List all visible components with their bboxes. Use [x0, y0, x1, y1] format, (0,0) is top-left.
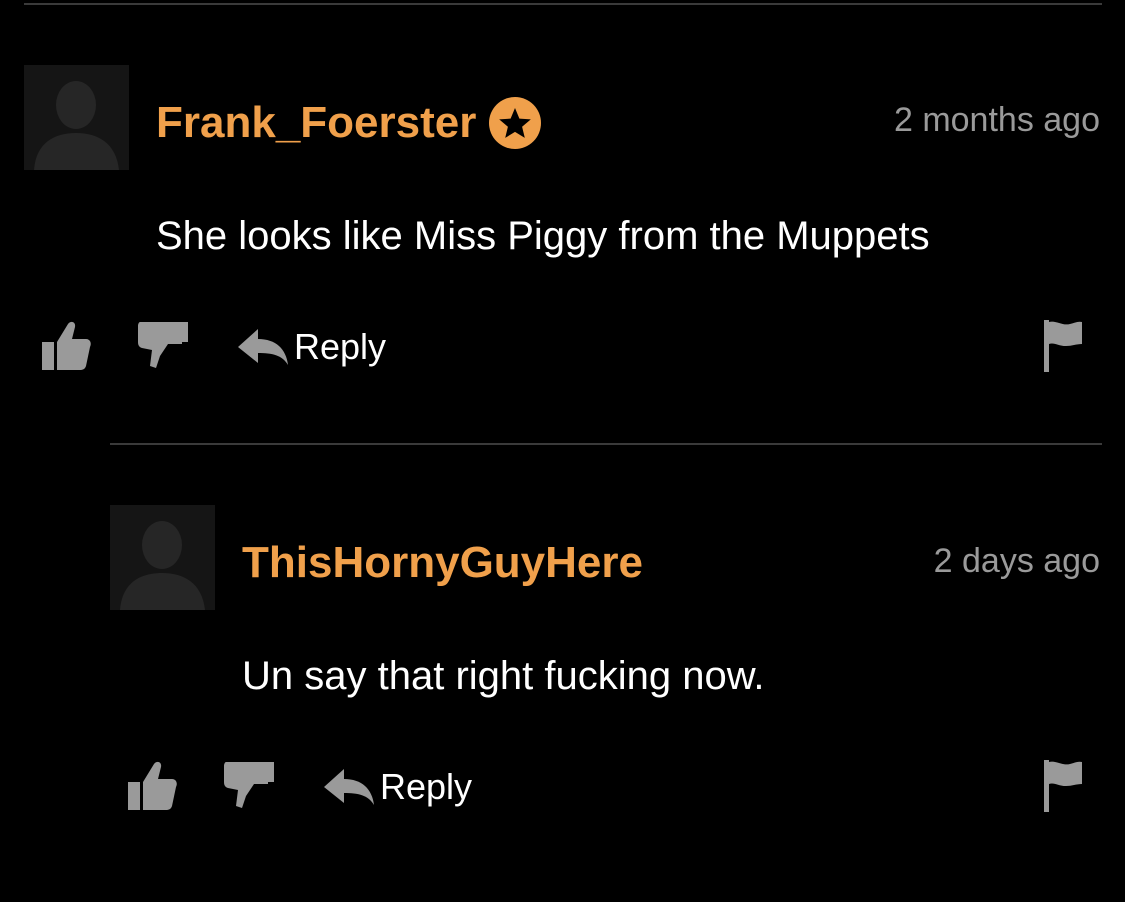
- upvote-button[interactable]: [126, 758, 178, 817]
- reply-button[interactable]: Reply: [236, 326, 386, 368]
- comment-1: Frank_Foerster 2 months ago She looks li…: [0, 0, 1125, 440]
- avatar[interactable]: [24, 65, 129, 170]
- timestamp: 2 days ago: [933, 542, 1100, 580]
- reply-arrow-icon: [324, 769, 374, 805]
- reply-divider: [110, 443, 1102, 445]
- star-badge-icon: [488, 96, 542, 150]
- comment-text: She looks like Miss Piggy from the Muppe…: [156, 214, 930, 258]
- flag-icon: [1044, 760, 1082, 812]
- comment-text: Un say that right fucking now.: [242, 654, 765, 698]
- reply-label[interactable]: Reply: [380, 766, 472, 808]
- reply-button[interactable]: Reply: [322, 766, 472, 808]
- thumbs-down-icon: [224, 762, 274, 808]
- thumbs-up-icon: [128, 761, 177, 810]
- flag-button[interactable]: [1042, 758, 1084, 819]
- upvote-button[interactable]: [40, 318, 92, 377]
- thumbs-down-icon: [138, 322, 188, 368]
- username-text[interactable]: Frank_Foerster: [156, 98, 476, 148]
- flag-button[interactable]: [1042, 318, 1084, 379]
- flag-icon: [1044, 320, 1082, 372]
- comment-2: ThisHornyGuyHere 2 days ago Un say that …: [0, 446, 1125, 902]
- thumbs-up-icon: [42, 321, 91, 370]
- downvote-button[interactable]: [222, 760, 276, 815]
- reply-arrow-icon: [238, 329, 288, 365]
- username[interactable]: ThisHornyGuyHere: [242, 538, 643, 588]
- reply-label[interactable]: Reply: [294, 326, 386, 368]
- timestamp: 2 months ago: [893, 101, 1100, 139]
- downvote-button[interactable]: [136, 320, 190, 375]
- avatar[interactable]: [110, 505, 215, 610]
- username-text[interactable]: ThisHornyGuyHere: [242, 538, 643, 588]
- username[interactable]: Frank_Foerster: [156, 96, 542, 150]
